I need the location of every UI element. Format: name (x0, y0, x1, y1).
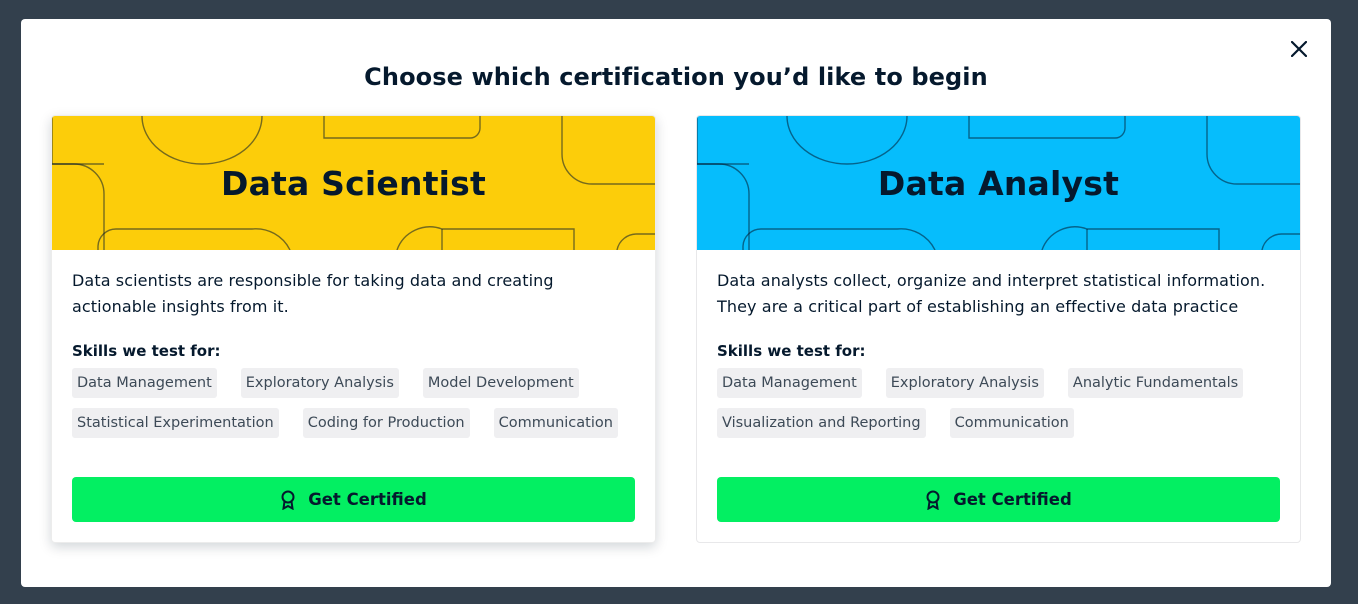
skill-tag: Exploratory Analysis (240, 368, 399, 398)
certification-modal: Choose which certification you’d like to… (21, 19, 1331, 587)
skill-tag: Communication (949, 408, 1074, 438)
card-data-analyst: Data Analyst Data analysts collect, orga… (696, 115, 1301, 543)
modal-title: Choose which certification you’d like to… (364, 63, 988, 91)
skill-tag: Statistical Experimentation (72, 408, 279, 438)
card-description: Data scientists are responsible for taki… (72, 271, 554, 316)
card-body: Data analysts collect, organize and inte… (697, 250, 1300, 438)
skills-label: Skills we test for: (72, 342, 221, 360)
skills-label: Skills we test for: (717, 342, 866, 360)
skill-tag: Exploratory Analysis (885, 368, 1044, 398)
card-banner: Data Scientist (52, 116, 655, 250)
skill-tag: Data Management (717, 368, 862, 398)
cta-label: Get Certified (308, 490, 427, 509)
skills-list: Data Management Exploratory Analysis Mod… (72, 368, 632, 438)
card-banner: Data Analyst (697, 116, 1300, 250)
card-title: Data Scientist (220, 163, 486, 203)
cta-label: Get Certified (953, 490, 1072, 509)
get-certified-button-data-analyst[interactable]: Get Certified (717, 477, 1280, 522)
card-body: Data scientists are responsible for taki… (52, 250, 655, 438)
get-certified-button-data-scientist[interactable]: Get Certified (72, 477, 635, 522)
award-icon (280, 490, 296, 510)
close-button[interactable] (1287, 37, 1311, 61)
skill-tag: Analytic Fundamentals (1067, 368, 1244, 398)
skill-tag: Coding for Production (302, 408, 470, 438)
card-data-scientist: Data Scientist Data scientists are respo… (51, 115, 656, 543)
skill-tag: Data Management (72, 368, 217, 398)
card-description: Data analysts collect, organize and inte… (717, 271, 1266, 316)
card-title: Data Analyst (877, 163, 1120, 203)
skills-list: Data Management Exploratory Analysis Ana… (717, 368, 1277, 438)
skill-tag: Visualization and Reporting (717, 408, 926, 438)
award-icon (925, 490, 941, 510)
close-icon (1291, 41, 1307, 57)
skill-tag: Communication (493, 408, 618, 438)
skill-tag: Model Development (422, 368, 579, 398)
